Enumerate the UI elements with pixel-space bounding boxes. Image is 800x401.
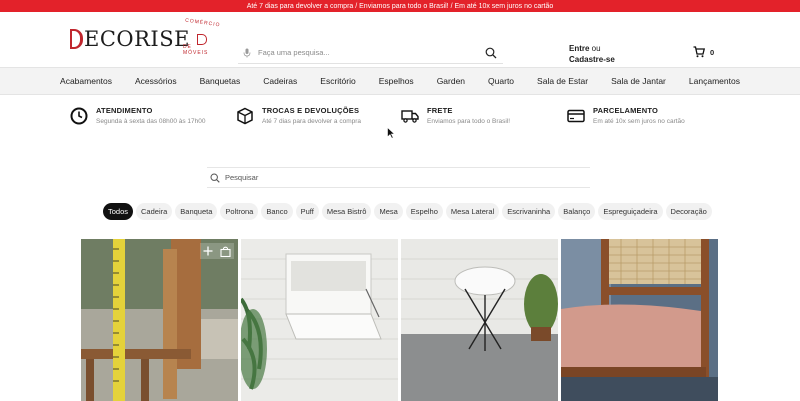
- chip-banqueta[interactable]: Banqueta: [175, 203, 218, 220]
- announcement-text: Até 7 dias para devolver a compra / Envi…: [246, 2, 554, 10]
- benefits-strip: ATENDIMENTO Segunda à sexta das 08h00 às…: [70, 106, 730, 130]
- logo-text: ECORISE: [84, 26, 190, 51]
- store-logo[interactable]: ECORISE COMÉRCIO DE MÓVEIS: [70, 18, 221, 56]
- logo-arc-top: COMÉRCIO: [184, 17, 221, 29]
- site-header: ECORISE COMÉRCIO DE MÓVEIS Faça uma pesq…: [0, 12, 800, 68]
- chip-mesa[interactable]: Mesa: [374, 203, 403, 220]
- logo-badge: COMÉRCIO DE MÓVEIS: [183, 18, 221, 56]
- gallery-search-input[interactable]: Pesquisar: [225, 173, 258, 182]
- truck-icon: [401, 110, 419, 123]
- benefit-title: PARCELAMENTO: [593, 106, 659, 115]
- logo-arc-bottom: DE MÓVEIS: [182, 44, 209, 56]
- nav-item-espelhos[interactable]: Espelhos: [367, 76, 425, 86]
- cart-icon: [693, 46, 705, 58]
- product-photo: [241, 239, 398, 401]
- nav-item-banquetas[interactable]: Banquetas: [188, 76, 252, 86]
- logo-mark: [70, 29, 83, 49]
- search-input[interactable]: Faça uma pesquisa...: [258, 48, 485, 57]
- clock-icon: [70, 107, 88, 125]
- mouse-cursor-icon: [387, 127, 395, 139]
- tile-actions: [200, 243, 234, 259]
- cart-count: 0: [710, 47, 715, 57]
- filter-chips: Todos Cadeira Banqueta Poltrona Banco Pu…: [103, 203, 712, 220]
- product-image-stool-measure[interactable]: [81, 239, 238, 401]
- chip-banco[interactable]: Banco: [261, 203, 293, 220]
- benefit-title: TROCAS E DEVOLUÇÕES: [262, 106, 360, 115]
- chip-mesa-lateral[interactable]: Mesa Lateral: [445, 203, 500, 220]
- gallery-search-bar[interactable]: Pesquisar: [207, 167, 590, 188]
- benefit-support: ATENDIMENTO Segunda à sexta das 08h00 às…: [70, 106, 206, 125]
- announcement-bar: Até 7 dias para devolver a compra / Envi…: [0, 0, 800, 12]
- microphone-icon[interactable]: [242, 48, 252, 58]
- box-icon: [237, 107, 253, 125]
- benefit-title: FRETE: [427, 106, 453, 115]
- product-image-side-table[interactable]: [401, 239, 558, 401]
- login-link[interactable]: Entre: [569, 44, 589, 53]
- account-links: Entre ou Cadastre-se: [569, 43, 615, 65]
- chip-todos[interactable]: Todos: [103, 203, 134, 220]
- nav-item-cadeiras[interactable]: Cadeiras: [252, 76, 309, 86]
- benefit-subtitle: Segunda à sexta das 08h00 às 17h00: [96, 118, 206, 125]
- chip-escrivaninha[interactable]: Escrivaninha: [502, 203, 556, 220]
- nav-item-sala-de-jantar[interactable]: Sala de Jantar: [600, 76, 678, 86]
- chip-mesa-bistro[interactable]: Mesa Bistrô: [321, 203, 372, 220]
- credit-card-icon: [567, 109, 585, 123]
- chip-cadeira[interactable]: Cadeira: [136, 203, 173, 220]
- shopping-bag-icon[interactable]: [220, 246, 231, 257]
- nav-item-lancamentos[interactable]: Lançamentos: [677, 76, 751, 86]
- category-nav: Acabamentos Acessórios Banquetas Cadeira…: [0, 67, 800, 95]
- benefit-title: ATENDIMENTO: [96, 106, 153, 115]
- nav-item-quarto[interactable]: Quarto: [477, 76, 526, 86]
- benefit-subtitle: Em até 10x sem juros no cartão: [593, 118, 685, 125]
- nav-item-sala-de-estar[interactable]: Sala de Estar: [526, 76, 600, 86]
- product-gallery: [81, 239, 718, 401]
- benefit-subtitle: Até 7 dias para devolver a compra: [262, 118, 361, 125]
- benefit-shipping: FRETE Enviamos para todo o Brasil!: [401, 106, 510, 125]
- account-or-text: ou: [589, 44, 601, 53]
- plus-icon[interactable]: [203, 246, 213, 256]
- product-photo: [561, 239, 718, 401]
- benefit-returns: TROCAS E DEVOLUÇÕES Até 7 dias para devo…: [236, 106, 361, 125]
- chip-balanco[interactable]: Balanço: [558, 203, 596, 220]
- benefit-subtitle: Enviamos para todo o Brasil!: [427, 118, 511, 125]
- product-image-cane-chair[interactable]: [561, 239, 718, 401]
- search-icon: [210, 172, 220, 183]
- chip-decoracao[interactable]: Decoração: [665, 203, 712, 220]
- nav-item-garden[interactable]: Garden: [425, 76, 476, 86]
- product-photo: [401, 239, 558, 401]
- search-icon[interactable]: [485, 47, 497, 59]
- product-photo: [81, 239, 238, 401]
- signup-link[interactable]: Cadastre-se: [569, 55, 615, 64]
- nav-item-acabamentos[interactable]: Acabamentos: [49, 76, 124, 86]
- chip-espelho[interactable]: Espelho: [405, 203, 443, 220]
- nav-item-escritorio[interactable]: Escritório: [309, 76, 367, 86]
- benefit-installments: PARCELAMENTO Em até 10x sem juros no car…: [567, 106, 685, 125]
- chip-puff[interactable]: Puff: [295, 203, 319, 220]
- header-search-bar[interactable]: Faça uma pesquisa...: [238, 42, 503, 64]
- cart-button[interactable]: 0: [693, 46, 714, 58]
- chip-espreguicadeira[interactable]: Espreguiçadeira: [598, 203, 663, 220]
- nav-item-acessorios[interactable]: Acessórios: [124, 76, 189, 86]
- product-image-wall-desk[interactable]: [241, 239, 398, 401]
- chip-poltrona[interactable]: Poltrona: [220, 203, 259, 220]
